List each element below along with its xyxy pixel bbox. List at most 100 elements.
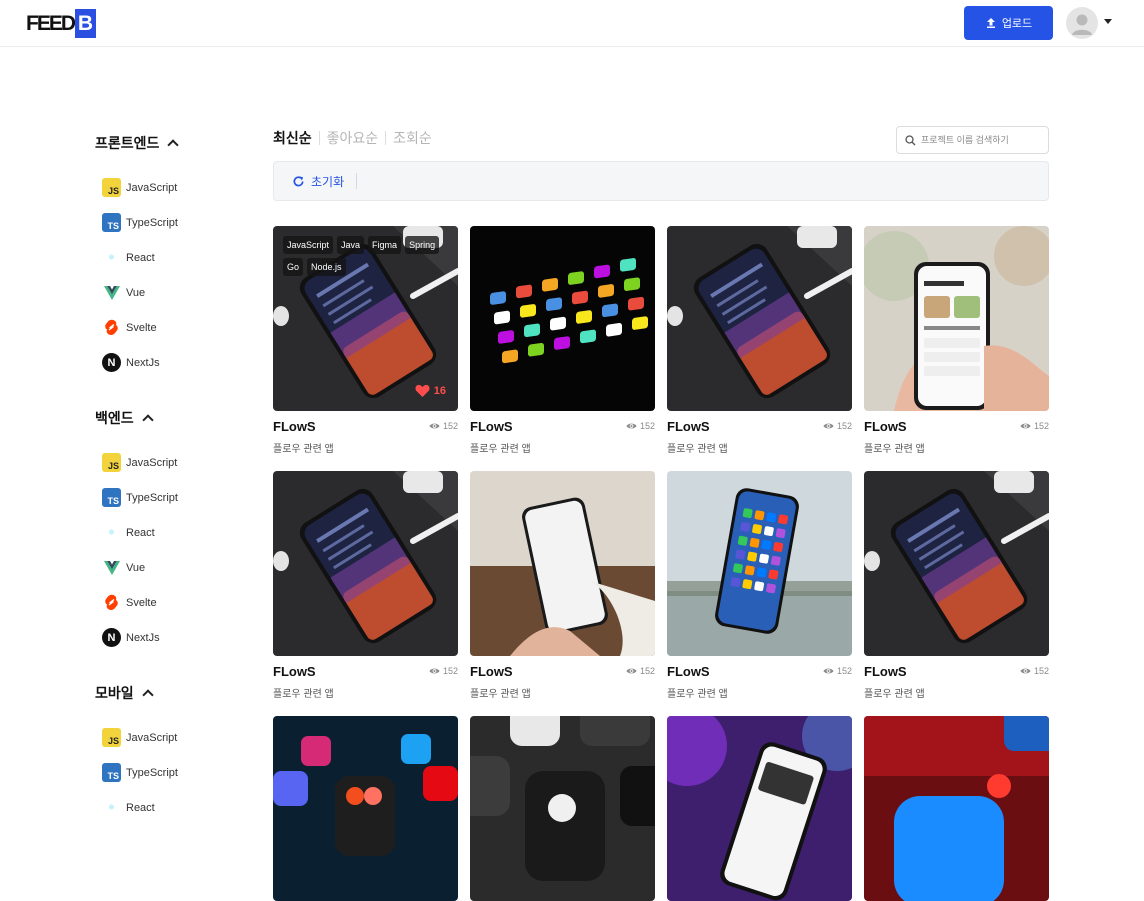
tech-filter-item[interactable]: Svelte — [95, 310, 245, 345]
project-title[interactable]: FLowS — [273, 419, 316, 434]
js-icon: JS — [102, 178, 121, 197]
tech-filter-item[interactable]: ⚛ React — [95, 790, 245, 825]
tech-filter-item[interactable]: ⚛ React — [95, 240, 245, 275]
filter-bar: 초기화 — [273, 161, 1049, 201]
project-description: 플로우 관련 앱 — [667, 689, 728, 700]
project-thumbnail[interactable] — [273, 716, 458, 901]
react-icon: ⚛ — [107, 528, 116, 537]
project-card[interactable]: FLowS 152 플로우 관련 앱 — [667, 226, 852, 455]
project-title[interactable]: FLowS — [273, 664, 316, 679]
category-sidebar: 프론트엔드 JS JavaScript TS TypeScript ⚛ React Vue Sv… — [95, 130, 245, 850]
project-card[interactable]: FLowS 152 플로우 관련 앱 — [273, 471, 458, 700]
project-card[interactable] — [667, 716, 852, 901]
avatar[interactable] — [1066, 7, 1098, 39]
view-count: 152 — [626, 666, 655, 676]
project-card[interactable] — [470, 716, 655, 901]
project-thumbnail[interactable]: JavaScript Java Figma Spring Go Node.js 16 — [273, 226, 458, 411]
tech-label: NextJs — [126, 356, 160, 369]
project-thumbnail[interactable] — [667, 226, 852, 411]
eye-icon — [1020, 668, 1031, 674]
tech-tag: Go — [283, 258, 304, 276]
upload-button[interactable]: 업로드 — [964, 6, 1053, 40]
project-thumbnail[interactable] — [667, 471, 852, 656]
tech-filter-item[interactable]: TS TypeScript — [95, 205, 245, 240]
project-card[interactable] — [864, 716, 1049, 901]
ts-icon: TS — [102, 763, 121, 782]
tech-label: Svelte — [126, 596, 157, 609]
tab-latest[interactable]: 최신순 — [273, 131, 319, 145]
project-title[interactable]: FLowS — [470, 419, 513, 434]
chevron-up-icon[interactable] — [167, 139, 180, 151]
tech-filter-item[interactable]: TS TypeScript — [95, 755, 245, 790]
project-description: 플로우 관련 앱 — [273, 689, 334, 700]
chevron-up-icon[interactable] — [141, 414, 154, 426]
project-thumbnail[interactable] — [864, 226, 1049, 411]
project-thumbnail[interactable] — [470, 471, 655, 656]
tab-likes[interactable]: 좋아요순 — [318, 131, 386, 145]
sort-tabs: 최신순 좋아요순 조회순 — [273, 131, 439, 145]
project-thumbnail[interactable] — [864, 471, 1049, 656]
reset-button[interactable]: 초기화 — [292, 173, 358, 189]
project-thumbnail[interactable] — [864, 716, 1049, 901]
section-title[interactable]: 백엔드 — [95, 405, 245, 431]
tab-views[interactable]: 조회순 — [385, 131, 439, 145]
project-title[interactable]: FLowS — [667, 664, 710, 679]
section-title-label: 프론트엔드 — [95, 135, 160, 151]
tech-filter-item[interactable]: Vue — [95, 275, 245, 310]
tech-filter-item[interactable]: N NextJs — [95, 620, 245, 655]
search-box[interactable] — [896, 126, 1049, 154]
project-card[interactable]: FLowS 152 플로우 관련 앱 — [470, 471, 655, 700]
project-card[interactable]: FLowS 152 플로우 관련 앱 — [864, 471, 1049, 700]
view-count: 152 — [626, 421, 655, 431]
chevron-up-icon[interactable] — [141, 689, 154, 701]
upload-label: 업로드 — [1001, 18, 1033, 30]
tech-filter-item[interactable]: Svelte — [95, 585, 245, 620]
like-count[interactable]: 16 — [415, 384, 446, 397]
tech-filter-item[interactable]: ⚛ React — [95, 515, 245, 550]
project-card[interactable]: FLowS 152 플로우 관련 앱 — [667, 471, 852, 700]
search-input[interactable] — [921, 135, 1041, 145]
project-title[interactable]: FLowS — [864, 419, 907, 434]
project-thumbnail[interactable] — [273, 471, 458, 656]
project-description: 플로우 관련 앱 — [273, 444, 334, 455]
view-count: 152 — [823, 421, 852, 431]
tech-label: JavaScript — [126, 456, 178, 469]
top-header: FEED B 업로드 — [0, 0, 1144, 47]
project-card[interactable]: FLowS 152 플로우 관련 앱 — [470, 226, 655, 455]
tech-filter-item[interactable]: JS JavaScript — [95, 720, 245, 755]
project-thumbnail[interactable] — [470, 716, 655, 901]
project-thumbnail[interactable] — [667, 716, 852, 901]
eye-icon — [1020, 423, 1031, 429]
project-card[interactable] — [273, 716, 458, 901]
sidebar-section: 프론트엔드 JS JavaScript TS TypeScript ⚛ React Vue Sv… — [95, 130, 245, 380]
project-title[interactable]: FLowS — [470, 664, 513, 679]
vue-icon — [102, 283, 121, 302]
logo[interactable]: FEED B — [26, 9, 97, 38]
project-description: 플로우 관련 앱 — [667, 444, 728, 455]
project-description: 플로우 관련 앱 — [864, 444, 925, 455]
section-title[interactable]: 프론트엔드 — [95, 130, 245, 156]
tech-filter-item[interactable]: JS JavaScript — [95, 445, 245, 480]
sidebar-section: 모바일 JS JavaScript TS TypeScript ⚛ React — [95, 680, 245, 825]
tech-tag: JavaScript — [283, 236, 334, 254]
project-description: 플로우 관련 앱 — [864, 689, 925, 700]
logo-letter: B — [75, 9, 97, 38]
project-title[interactable]: FLowS — [864, 664, 907, 679]
project-thumbnail[interactable] — [470, 226, 655, 411]
tech-list: JS JavaScript TS TypeScript ⚛ React Vue Svelte N… — [95, 170, 245, 380]
tech-label: React — [126, 526, 155, 539]
account-dropdown-caret[interactable] — [1104, 19, 1112, 24]
tech-tag: Node.js — [307, 258, 346, 276]
project-card[interactable]: JavaScript Java Figma Spring Go Node.js 16 FLow… — [273, 226, 458, 455]
search-icon — [905, 134, 916, 145]
tech-filter-item[interactable]: Vue — [95, 550, 245, 585]
tech-filter-item[interactable]: JS JavaScript — [95, 170, 245, 205]
section-title[interactable]: 모바일 — [95, 680, 245, 706]
project-title[interactable]: FLowS — [667, 419, 710, 434]
tech-filter-item[interactable]: N NextJs — [95, 345, 245, 380]
project-card[interactable]: FLowS 152 플로우 관련 앱 — [864, 226, 1049, 455]
tech-label: TypeScript — [126, 216, 178, 229]
project-description: 플로우 관련 앱 — [470, 444, 531, 455]
tech-filter-item[interactable]: TS TypeScript — [95, 480, 245, 515]
react-icon: ⚛ — [107, 803, 116, 812]
